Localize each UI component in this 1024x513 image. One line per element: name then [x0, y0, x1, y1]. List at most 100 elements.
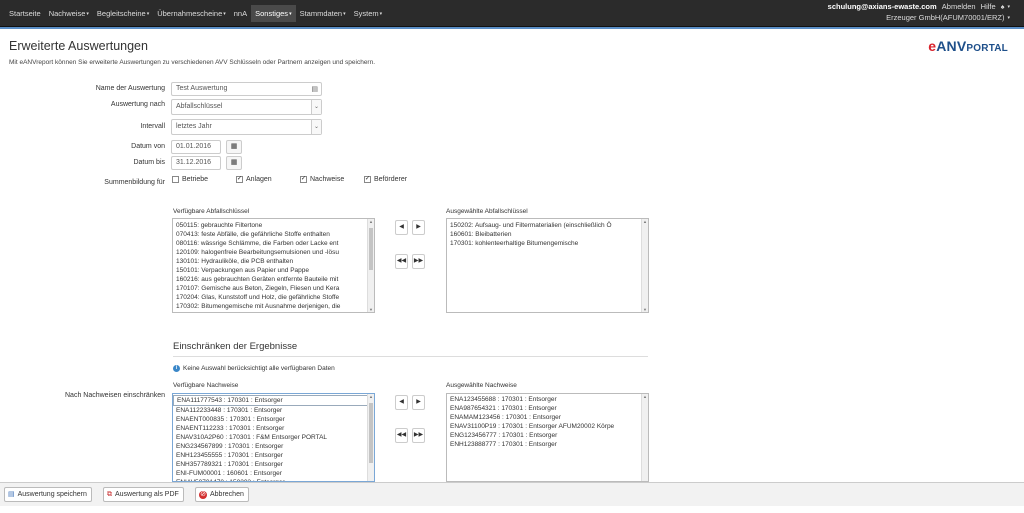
scrollbar[interactable]: ▲ ▼: [367, 219, 374, 312]
intervall-select[interactable]: letztes Jahr ⌄: [171, 119, 322, 135]
checkbox-nachweise[interactable]: ✓ Nachweise: [300, 176, 344, 183]
nav-item-begleitscheine[interactable]: Begleitscheine▾: [93, 5, 153, 22]
save-evaluation-button[interactable]: ▤ Auswertung speichern: [4, 487, 92, 502]
summenbildung-label: Summenbildung für: [104, 179, 165, 186]
selected-nachweise-rows: ENA123455688 : 170301 : Entsorger ENA9876…: [447, 394, 648, 449]
top-navbar: Startseite Nachweise▾ Begleitscheine▾ Übern…: [0, 0, 1024, 27]
list-item[interactable]: ENH123888777 : 170301 : Entsorger: [447, 440, 648, 449]
move-left-button[interactable]: ◀: [395, 220, 408, 235]
help-link[interactable]: Hilfe: [981, 2, 996, 11]
list-item[interactable]: 070413: feste Abfälle, die gefährliche S…: [173, 230, 374, 239]
auswertung-label: Auswertung nach: [110, 101, 165, 108]
restrict-info: i Keine Auswahl berücksichtigt alle verfü…: [173, 365, 335, 372]
nav-item-nna[interactable]: nnA: [230, 5, 251, 22]
bottom-toolbar: ▤ Auswertung speichern ⧉ Auswertung als …: [0, 482, 1024, 506]
nav-item-startseite[interactable]: Startseite: [5, 5, 45, 22]
checkbox-box[interactable]: [172, 176, 179, 183]
move-all-right-button[interactable]: ▶▶: [412, 254, 425, 269]
move-all-left-button[interactable]: ◀◀: [395, 428, 408, 443]
name-input[interactable]: Test Auswertung ▤: [171, 82, 322, 96]
nachweise-restrict-label: Nach Nachweisen einschränken: [65, 392, 165, 399]
page-title: Erweiterte Auswertungen: [9, 39, 148, 53]
list-item[interactable]: 120109: halogenfreie Bearbeitungsemulsio…: [173, 248, 374, 257]
eanv-portal-logo: eANVPORTAL: [928, 38, 1008, 54]
nav-item-nachweise[interactable]: Nachweise▾: [45, 5, 93, 22]
move-right-button[interactable]: ▶: [412, 220, 425, 235]
list-item[interactable]: ENA112233448 : 170301 : Entsorger: [173, 406, 374, 415]
list-item[interactable]: 160601: Bleibatterien: [447, 230, 648, 239]
list-item[interactable]: 170302: Bitumengemische mit Ausnahme der…: [173, 302, 374, 311]
list-item[interactable]: 160216: aus gebrauchten Geräten entfernt…: [173, 275, 374, 284]
list-item[interactable]: ENAV310A2P60 : 170301 : F&M Entsorger PO…: [173, 433, 374, 442]
auswertung-select[interactable]: Abfallschlüssel ⌄: [171, 99, 322, 115]
list-item[interactable]: 150202: Aufsaug- und Filtermaterialien (…: [447, 221, 648, 230]
list-item[interactable]: ENA987654321 : 170301 : Entsorger: [447, 404, 648, 413]
list-item[interactable]: ENH357789321 : 170301 : Entsorger: [173, 460, 374, 469]
caret-icon: ▾: [343, 11, 346, 18]
available-abfall-list[interactable]: 050115: gebrauchte Filtertone 070413: fes…: [172, 218, 375, 313]
datum-von-input[interactable]: 01.01.2016: [171, 140, 221, 154]
scroll-down-icon[interactable]: ▼: [368, 307, 374, 312]
move-all-left-button[interactable]: ◀◀: [395, 254, 408, 269]
selected-nachweise-list[interactable]: ENA123455688 : 170301 : Entsorger ENA9876…: [446, 393, 649, 482]
list-item[interactable]: ENAMAM123456 : 170301 : Entsorger: [447, 413, 648, 422]
scroll-up-icon[interactable]: ▲: [368, 394, 374, 399]
calendar-icon[interactable]: ▦: [226, 156, 242, 170]
list-item[interactable]: ENA123455688 : 170301 : Entsorger: [447, 395, 648, 404]
intervall-value: letztes Jahr: [176, 123, 212, 130]
user-email-link[interactable]: schulung@axians-ewaste.com: [828, 2, 937, 11]
scroll-down-icon[interactable]: ▼: [642, 307, 648, 312]
move-all-right-button[interactable]: ▶▶: [412, 428, 425, 443]
list-item[interactable]: ENAENT000835 : 170301 : Entsorger: [173, 415, 374, 424]
scroll-up-icon[interactable]: ▲: [642, 394, 648, 399]
list-item[interactable]: 050115: gebrauchte Filtertone: [173, 221, 374, 230]
list-item[interactable]: ENG123456777 : 170301 : Entsorger: [447, 431, 648, 440]
list-item[interactable]: ENAV31100P19 : 170301 : Entsorger AFUM20…: [447, 422, 648, 431]
nav-item-stammdaten[interactable]: Stammdaten▾: [296, 5, 350, 22]
list-item[interactable]: 170204: Glas, Kunststoff und Holz, die g…: [173, 293, 374, 302]
nav-item-sonstiges[interactable]: Sonstiges▾: [251, 5, 296, 22]
scrollbar-thumb[interactable]: [369, 228, 373, 270]
auswertung-value: Abfallschlüssel: [176, 103, 223, 110]
move-right-button[interactable]: ▶: [412, 395, 425, 410]
checkbox-anlagen[interactable]: ✓ Anlagen: [236, 176, 272, 183]
list-item[interactable]: ENH123455555 : 170301 : Entsorger: [173, 451, 374, 460]
chevron-down-icon: ⌄: [311, 100, 321, 114]
available-nachweise-list[interactable]: ENA111777543 : 170301 : Entsorger ENA1122…: [172, 393, 375, 482]
export-pdf-button[interactable]: ⧉ Auswertung als PDF: [103, 487, 184, 502]
list-item[interactable]: ENAENT112233 : 170301 : Entsorger: [173, 424, 374, 433]
list-item[interactable]: 130101: Hydrauliköle, die PCB enthalten: [173, 257, 374, 266]
list-item[interactable]: ENG234567899 : 170301 : Entsorger: [173, 442, 374, 451]
check-icon[interactable]: ✓: [236, 176, 243, 183]
notification-bell-icon[interactable]: ♠: [1001, 4, 1005, 11]
datum-bis-input[interactable]: 31.12.2016: [171, 156, 221, 170]
logout-link[interactable]: Abmelden: [942, 2, 976, 11]
scroll-up-icon[interactable]: ▲: [642, 219, 648, 224]
scroll-up-icon[interactable]: ▲: [368, 219, 374, 224]
caret-icon: ▾: [1007, 15, 1010, 22]
scrollbar-thumb[interactable]: [369, 403, 373, 463]
selected-abfall-list[interactable]: 150202: Aufsaug- und Filtermaterialien (…: [446, 218, 649, 313]
list-item[interactable]: ENI-FUM00001 : 160601 : Entsorger: [173, 469, 374, 478]
scrollbar[interactable]: ▲: [367, 394, 374, 481]
intervall-label: Intervall: [140, 123, 165, 130]
scrollbar[interactable]: ▲: [641, 394, 648, 481]
list-item[interactable]: ENA111777543 : 170301 : Entsorger: [173, 395, 374, 406]
scrollbar[interactable]: ▲ ▼: [641, 219, 648, 312]
company-selector[interactable]: Erzeuger GmbH(AFUM70001/ERZ): [886, 13, 1004, 22]
check-icon[interactable]: ✓: [364, 176, 371, 183]
restrict-heading: Einschränken der Ergebnisse: [173, 341, 298, 352]
nav-item-system[interactable]: System▾: [350, 5, 387, 22]
cancel-button[interactable]: ⊘ Abbrechen: [195, 487, 249, 502]
pdf-icon: ⧉: [107, 491, 112, 498]
list-item[interactable]: 150101: Verpackungen aus Papier und Papp…: [173, 266, 374, 275]
checkbox-betriebe[interactable]: Betriebe: [172, 176, 208, 183]
check-icon[interactable]: ✓: [300, 176, 307, 183]
nav-item--bernahmescheine[interactable]: Übernahmescheine▾: [153, 5, 230, 22]
list-item[interactable]: 170301: kohlenteerhaltige Bitumengemisch…: [447, 239, 648, 248]
checkbox-befoerderer[interactable]: ✓ Beförderer: [364, 176, 407, 183]
list-item[interactable]: 170107: Gemische aus Beton, Ziegeln, Fli…: [173, 284, 374, 293]
calendar-icon[interactable]: ▦: [226, 140, 242, 154]
list-item[interactable]: 080116: wässrige Schlämme, die Farben od…: [173, 239, 374, 248]
move-left-button[interactable]: ◀: [395, 395, 408, 410]
